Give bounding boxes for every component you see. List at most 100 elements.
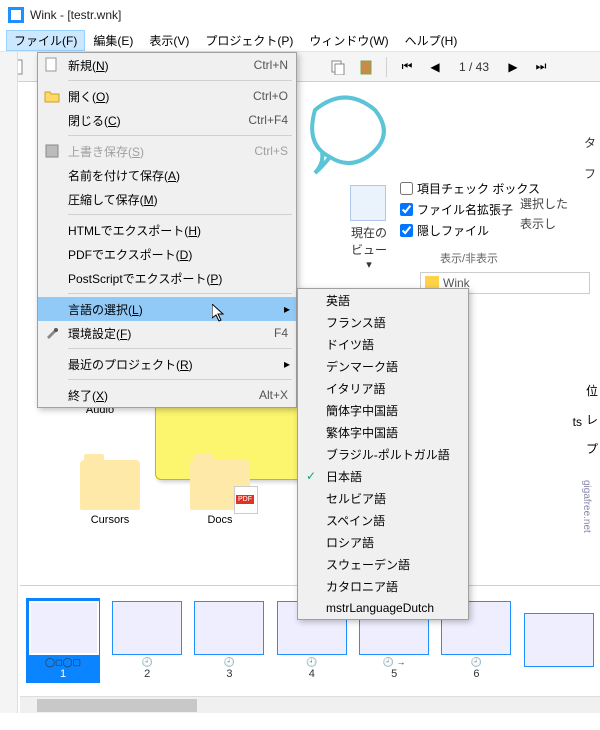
language-label: ドイツ語 xyxy=(326,336,374,353)
nav-prev-icon[interactable]: ◀ xyxy=(423,55,447,79)
open-icon xyxy=(44,88,60,104)
menu-item[interactable]: 新規(N)Ctrl+N xyxy=(38,53,296,77)
menu-item-label: 圧縮して保存(M) xyxy=(68,191,288,208)
menu-item[interactable]: 名前を付けて保存(A) xyxy=(38,163,296,187)
language-label: スウェーデン語 xyxy=(326,556,410,573)
window-title: Wink - [testr.wnk] xyxy=(30,8,121,22)
toolbar-copy-icon[interactable] xyxy=(326,55,350,79)
toolbar-paste-icon[interactable] xyxy=(354,55,378,79)
language-label: 英語 xyxy=(326,292,350,309)
page-indicator: 1 / 43 xyxy=(451,60,497,74)
menu-file[interactable]: ファイル(F) xyxy=(6,30,85,51)
language-label: フランス語 xyxy=(326,314,386,331)
check-extensions[interactable] xyxy=(400,203,413,216)
right-panel-cropped: タ フ xyxy=(582,120,600,196)
language-label: スペイン語 xyxy=(326,512,385,529)
thumbnail-image xyxy=(29,601,99,655)
menu-shortcut: Ctrl+N xyxy=(254,58,288,72)
folder-item[interactable]: Docs xyxy=(190,460,250,526)
thumbnail-badges: ◯◻◯▢ xyxy=(29,657,97,668)
language-item[interactable]: 英語 xyxy=(298,289,468,311)
language-label: mstrLanguageDutch xyxy=(326,601,434,615)
language-item[interactable]: ロシア語 xyxy=(298,531,468,553)
nav-next-icon[interactable]: ▶ xyxy=(501,55,525,79)
folder-grid-row2: Cursors Docs xyxy=(80,460,250,526)
language-item[interactable]: セルビア語 xyxy=(298,487,468,509)
menu-separator xyxy=(68,293,292,294)
menu-item[interactable]: 終了(X)Alt+X xyxy=(38,383,296,407)
menu-edit[interactable]: 編集(E) xyxy=(85,30,141,51)
menu-item-label: 開く(O) xyxy=(68,88,253,105)
menu-window[interactable]: ウィンドウ(W) xyxy=(301,30,396,51)
folder-item[interactable]: Cursors xyxy=(80,460,140,526)
pdf-badge-icon xyxy=(234,486,258,514)
menu-item-label: 新規(N) xyxy=(68,57,254,74)
menu-item-label: 言語の選択(L) xyxy=(68,301,288,318)
menu-item-label: 終了(X) xyxy=(68,387,259,404)
language-item[interactable]: ブラジル-ポルトガル語 xyxy=(298,443,468,465)
language-item[interactable]: ✓日本語 xyxy=(298,465,468,487)
menu-item-label: 閉じる(C) xyxy=(68,112,248,129)
language-item[interactable]: フランス語 xyxy=(298,311,468,333)
menu-item[interactable]: PostScriptでエクスポート(P) xyxy=(38,266,296,290)
language-item[interactable]: 簡体字中国語 xyxy=(298,399,468,421)
menubar: ファイル(F) 編集(E) 表示(V) プロジェクト(P) ウィンドウ(W) ヘ… xyxy=(0,30,600,52)
check-hidden[interactable] xyxy=(400,224,413,237)
ribbon-nav-pane-icon[interactable] xyxy=(350,185,386,221)
watermark: gigafree.net xyxy=(581,480,592,533)
nav-last-icon[interactable]: ⏭ xyxy=(529,55,553,79)
language-item[interactable]: デンマーク語 xyxy=(298,355,468,377)
menu-item[interactable]: 言語の選択(L)▸ xyxy=(38,297,296,321)
menu-shortcut: Ctrl+S xyxy=(254,144,288,158)
thumbnail[interactable]: 🕘2 xyxy=(112,601,182,680)
language-item[interactable]: ドイツ語 xyxy=(298,333,468,355)
toolbar-separator xyxy=(386,57,387,77)
menu-item-label: 上書き保存(S) xyxy=(68,143,254,160)
thumbnail[interactable]: 🕘3 xyxy=(194,601,264,680)
menu-item[interactable]: PDFでエクスポート(D) xyxy=(38,242,296,266)
menu-project[interactable]: プロジェクト(P) xyxy=(197,30,301,51)
menu-item[interactable]: 閉じる(C)Ctrl+F4 xyxy=(38,108,296,132)
language-item[interactable]: 繁体字中国語 xyxy=(298,421,468,443)
menu-item[interactable]: HTMLでエクスポート(H) xyxy=(38,218,296,242)
menu-item-label: 環境設定(F) xyxy=(68,325,274,342)
language-item[interactable]: スウェーデン語 xyxy=(298,553,468,575)
new-icon xyxy=(44,57,60,73)
menu-separator xyxy=(68,135,292,136)
menu-item[interactable]: 最近のプロジェクト(R)▸ xyxy=(38,352,296,376)
language-label: 繁体字中国語 xyxy=(326,424,398,441)
file-menu-dropdown: 新規(N)Ctrl+N開く(O)Ctrl+O閉じる(C)Ctrl+F4上書き保存… xyxy=(37,52,297,408)
shortcuts-text: ts xyxy=(573,415,582,429)
scrollbar-thumb[interactable] xyxy=(37,699,197,712)
language-submenu: 英語フランス語ドイツ語デンマーク語イタリア語簡体字中国語繁体字中国語ブラジル-ポ… xyxy=(297,288,469,620)
thumbnail[interactable]: ◯◻◯▢ 1 xyxy=(26,598,100,683)
menu-item[interactable]: 圧縮して保存(M) xyxy=(38,187,296,211)
language-item[interactable]: イタリア語 xyxy=(298,377,468,399)
ribbon-nav-label: 現在のビュー ▾ xyxy=(348,224,390,271)
menu-help[interactable]: ヘルプ(H) xyxy=(397,30,466,51)
menu-item[interactable]: 上書き保存(S)Ctrl+S xyxy=(38,139,296,163)
submenu-arrow-icon: ▸ xyxy=(284,357,290,371)
speech-bubble-shape xyxy=(300,95,390,175)
menu-shortcut: Ctrl+F4 xyxy=(248,113,288,127)
language-label: カタロニア語 xyxy=(326,578,398,595)
menu-item[interactable]: 環境設定(F)F4 xyxy=(38,321,296,345)
horizontal-scrollbar[interactable] xyxy=(20,696,600,713)
language-item[interactable]: カタロニア語 xyxy=(298,575,468,597)
folder-label: Docs xyxy=(190,514,250,526)
language-item[interactable]: mstrLanguageDutch xyxy=(298,597,468,619)
ribbon-checkboxes: 項目チェック ボックス ファイル名拡張子 隠しファイル xyxy=(400,180,540,243)
language-item[interactable]: スペイン語 xyxy=(298,509,468,531)
menu-view[interactable]: 表示(V) xyxy=(141,30,197,51)
check-item-boxes[interactable] xyxy=(400,182,413,195)
menu-shortcut: Ctrl+O xyxy=(253,89,288,103)
save-icon xyxy=(44,143,60,159)
thumbnail[interactable] xyxy=(524,613,594,669)
prefs-icon xyxy=(44,325,60,341)
menu-item[interactable]: 開く(O)Ctrl+O xyxy=(38,84,296,108)
nav-first-icon[interactable]: ⏮ xyxy=(395,55,419,79)
check-label: 隠しファイル xyxy=(417,222,489,239)
folder-label: Cursors xyxy=(80,514,140,526)
check-icon: ✓ xyxy=(306,469,316,483)
language-label: 簡体字中国語 xyxy=(326,402,398,419)
